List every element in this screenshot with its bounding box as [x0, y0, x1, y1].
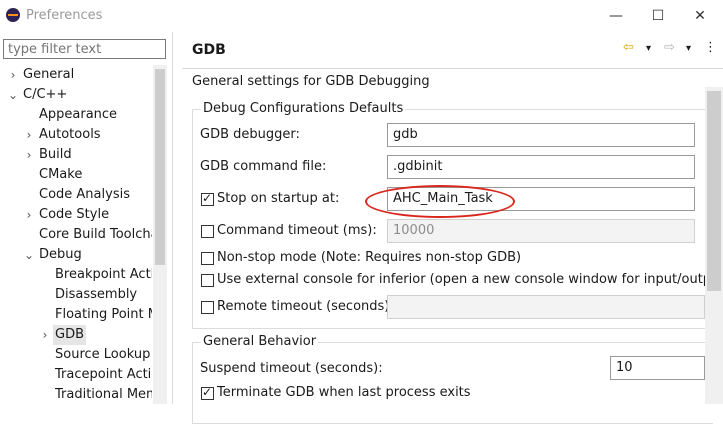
- page-scrollbar[interactable]: [705, 87, 723, 404]
- chevron-right-icon[interactable]: ›: [22, 145, 36, 165]
- chevron-right-icon[interactable]: ›: [22, 205, 36, 225]
- chevron-down-icon[interactable]: ⌄: [22, 245, 36, 265]
- filter-input[interactable]: [3, 39, 166, 59]
- general-behavior-group-label: General Behavior: [201, 334, 319, 349]
- gdb-command-file-label: GDB command file:: [200, 159, 327, 174]
- page-description: General settings for GDB Debugging: [192, 74, 430, 89]
- sidebar-scrollbar-thumb[interactable]: [155, 69, 165, 265]
- gdb-debugger-field[interactable]: gdb: [387, 123, 695, 147]
- title-bar: Preferences — ☐ ✕: [0, 0, 723, 32]
- general-behavior-group: General Behavior: [192, 334, 713, 424]
- preference-page: GDB ⇦ ▾ ⇨ ▾ ⋮ General settings for GDB D…: [182, 32, 723, 424]
- external-console-checkbox[interactable]: [201, 274, 214, 287]
- gdb-command-file-field[interactable]: .gdbinit: [387, 155, 695, 179]
- minimize-button[interactable]: —: [606, 6, 626, 26]
- chevron-right-icon[interactable]: ›: [22, 125, 36, 145]
- remote-timeout-field[interactable]: [387, 295, 705, 319]
- close-button[interactable]: ✕: [690, 6, 710, 26]
- stop-on-startup-label: Stop on startup at:: [217, 191, 340, 206]
- non-stop-mode-label: Non-stop mode (Note: Requires non-stop G…: [217, 250, 522, 265]
- remote-timeout-checkbox[interactable]: [201, 301, 214, 314]
- preferences-tree: › General ⌄ C/C++ Appearance › Autotools…: [6, 65, 152, 402]
- remote-timeout-label: Remote timeout (seconds):: [217, 299, 394, 314]
- chevron-right-icon[interactable]: ›: [38, 325, 52, 345]
- back-icon[interactable]: ⇦: [623, 40, 634, 55]
- page-title: GDB: [192, 42, 226, 58]
- preferences-sidebar: › General ⌄ C/C++ Appearance › Autotools…: [0, 32, 173, 404]
- view-menu-icon[interactable]: ⋮: [704, 40, 717, 55]
- page-scrollbar-thumb[interactable]: [707, 91, 721, 291]
- sidebar-scrollbar[interactable]: [153, 65, 167, 404]
- highlight-annotation-oval: [365, 185, 515, 218]
- suspend-timeout-field[interactable]: 10: [610, 356, 705, 380]
- suspend-timeout-label: Suspend timeout (seconds):: [200, 361, 383, 376]
- back-menu-icon[interactable]: ▾: [646, 43, 651, 54]
- external-console-label: Use external console for inferior (open …: [217, 272, 723, 287]
- forward-icon[interactable]: ⇨: [664, 40, 675, 55]
- stop-on-startup-checkbox[interactable]: [201, 191, 214, 206]
- eclipse-logo-icon: [6, 8, 20, 22]
- terminate-gdb-checkbox[interactable]: [201, 385, 214, 400]
- command-timeout-field[interactable]: 10000: [387, 219, 695, 243]
- chevron-right-icon[interactable]: ›: [6, 65, 20, 85]
- command-timeout-checkbox[interactable]: [201, 225, 214, 238]
- debug-defaults-group-label: Debug Configurations Defaults: [201, 101, 406, 116]
- command-timeout-label: Command timeout (ms):: [217, 223, 377, 238]
- forward-menu-icon[interactable]: ▾: [686, 43, 691, 54]
- maximize-button[interactable]: ☐: [648, 6, 668, 26]
- chevron-down-icon[interactable]: ⌄: [6, 85, 20, 105]
- non-stop-mode-checkbox[interactable]: [201, 252, 214, 265]
- terminate-gdb-label: Terminate GDB when last process exits: [217, 385, 471, 400]
- window-title: Preferences: [26, 8, 103, 23]
- header-divider: [182, 68, 723, 69]
- gdb-debugger-label: GDB debugger:: [200, 127, 300, 142]
